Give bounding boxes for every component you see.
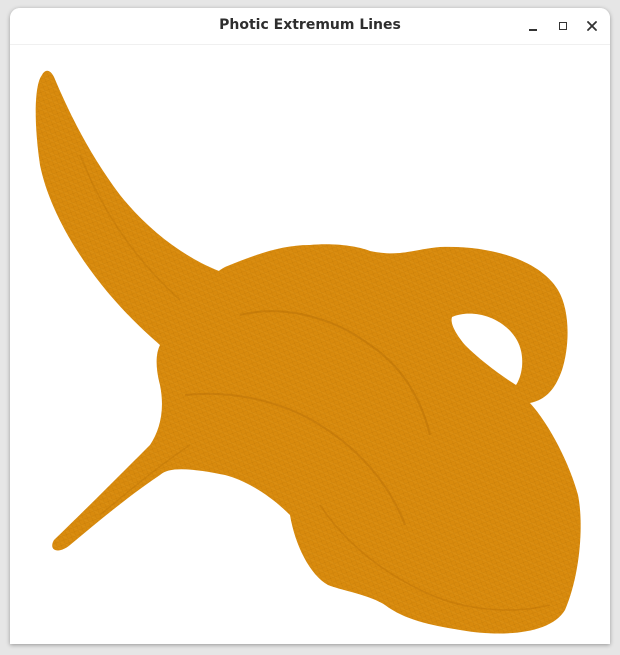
render-viewport[interactable] <box>10 45 610 644</box>
window-title: Photic Extremum Lines <box>219 17 401 33</box>
close-icon <box>587 21 597 31</box>
minimize-icon <box>529 29 537 31</box>
maximize-icon <box>559 22 567 30</box>
app-window: Photic Extremum Lines <box>10 8 610 644</box>
minimize-button[interactable] <box>523 16 543 36</box>
maximize-button[interactable] <box>553 16 573 36</box>
mesh-render <box>35 70 581 634</box>
close-button[interactable] <box>582 16 602 36</box>
title-bar[interactable]: Photic Extremum Lines <box>10 8 610 45</box>
